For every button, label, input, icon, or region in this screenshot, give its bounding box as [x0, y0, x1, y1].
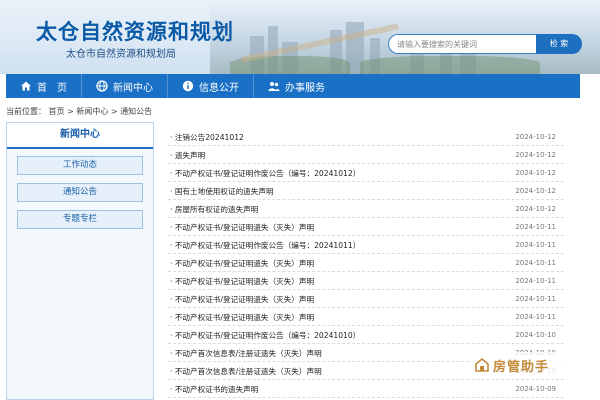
sidebar-item-topics[interactable]: 专题专栏 — [17, 210, 143, 229]
notice-title-link[interactable]: · 国有土地使用权证的遗失声明 — [170, 186, 274, 197]
notice-title-link[interactable]: · 不动产权证书/登记证明遗失（灭失）声明 — [170, 276, 314, 287]
sidebar: 新闻中心 工作动态 通知公告 专题专栏 — [6, 122, 154, 400]
notice-date: 2024-10-11 — [515, 223, 556, 231]
search-input[interactable] — [388, 34, 536, 54]
nav-item-info[interactable]: 信息公开 — [168, 74, 253, 98]
breadcrumb: 当前位置： 首页 > 新闻中心 > 通知公告 — [6, 107, 153, 116]
site-subtitle: 太仓市自然资源和规划局 — [66, 49, 176, 60]
list-item[interactable]: · 不动产权证书/登记证明作废公告（编号：20241010） 2024-10-10 — [168, 326, 564, 344]
sidebar-item-notices[interactable]: 通知公告 — [17, 183, 143, 202]
site-title: 太仓自然资源和规划 — [36, 20, 234, 44]
list-item[interactable]: · 遗失声明 2024-10-12 — [168, 146, 564, 164]
list-item[interactable]: · 不动产权证书/登记证明作废公告（编号：20241012） 2024-10-12 — [168, 164, 564, 182]
list-item[interactable]: · 不动产权证书/登记证明遗失（灭失）声明 2024-10-11 — [168, 254, 564, 272]
notice-title-link[interactable]: · 房屋所有权证的遗失声明 — [170, 204, 258, 215]
nav-item-label: 新闻中心 — [113, 82, 153, 94]
list-item[interactable]: · 不动产权证书/登记证明遗失（灭失）声明 2024-10-11 — [168, 290, 564, 308]
notice-date: 2024-10-11 — [515, 277, 556, 285]
nav-item-news[interactable]: 新闻中心 — [82, 74, 167, 98]
info-icon — [182, 80, 194, 92]
notice-title-link[interactable]: · 不动产首次信息表/注册证遗失（灭失）声明 — [170, 366, 322, 377]
notice-date: 2024-10-10 — [515, 331, 556, 339]
notice-title-link[interactable]: · 不动产权证书/登记证明遗失（灭失）声明 — [170, 222, 314, 233]
nav-item-service[interactable]: 办事服务 — [254, 74, 339, 98]
notice-date: 2024-10-09 — [515, 385, 556, 393]
notice-title-link[interactable]: · 不动产权证书/登记证明作废公告（编号：20241012） — [170, 168, 360, 179]
notice-title-link[interactable]: · 不动产权证书/登记证明作废公告（编号：20241011） — [170, 240, 360, 251]
house-icon — [474, 357, 490, 373]
main-nav: 首 页 新闻中心 信息公开 办事服务 — [6, 74, 580, 98]
list-item[interactable]: · 不动产权证书/登记证明遗失（灭失）声明 2024-10-11 — [168, 272, 564, 290]
notice-date: 2024-10-11 — [515, 295, 556, 303]
notice-date: 2024-10-11 — [515, 241, 556, 249]
list-item[interactable]: · 国有土地使用权证的遗失声明 2024-10-12 — [168, 182, 564, 200]
sidebar-title: 新闻中心 — [7, 123, 153, 149]
list-item[interactable]: · 注销公告20241012 2024-10-12 — [168, 128, 564, 146]
notice-date: 2024-10-12 — [515, 205, 556, 213]
notice-date: 2024-10-12 — [515, 169, 556, 177]
home-icon — [20, 80, 32, 92]
notice-date: 2024-10-12 — [515, 151, 556, 159]
nav-item-home[interactable]: 首 页 — [6, 74, 81, 98]
sidebar-item-work-news[interactable]: 工作动态 — [17, 156, 143, 175]
notice-date: 2024-10-12 — [515, 133, 556, 141]
nav-item-label: 办事服务 — [285, 82, 325, 94]
notice-title-link[interactable]: · 不动产权证书/登记证明遗失（灭失）声明 — [170, 258, 314, 269]
notice-title-link[interactable]: · 不动产权证书的遗失声明 — [170, 384, 258, 395]
search-button[interactable]: 检 索 — [536, 34, 582, 54]
list-item[interactable]: · 不动产权证书/登记证明遗失（灭失）声明 2024-10-11 — [168, 218, 564, 236]
watermark-text: 房管助手 — [493, 359, 550, 375]
globe-icon — [96, 80, 108, 92]
notice-title-link[interactable]: · 不动产权证书/登记证明作废公告（编号：20241010） — [170, 330, 360, 341]
notice-title-link[interactable]: · 遗失声明 — [170, 150, 205, 161]
people-icon — [268, 80, 280, 92]
notice-date: 2024-10-11 — [515, 313, 556, 321]
notice-title-link[interactable]: · 不动产首次信息表/注册证遗失（灭失）声明 — [170, 348, 322, 359]
notice-date: 2024-10-11 — [515, 259, 556, 267]
notice-title-link[interactable]: · 不动产权证书/登记证明遗失（灭失）声明 — [170, 294, 314, 305]
notice-date: 2024-10-12 — [515, 187, 556, 195]
watermark-badge: 房管助手 — [470, 352, 566, 378]
header-banner: 太仓自然资源和规划 太仓市自然资源和规划局 检 索 — [0, 0, 600, 74]
list-item[interactable]: · 房屋所有权证的遗失声明 2024-10-12 — [168, 200, 564, 218]
list-item[interactable]: · 不动产权证书的遗失声明 2024-10-09 — [168, 380, 564, 398]
notice-title-link[interactable]: · 不动产权证书/登记证明遗失（灭失）声明 — [170, 312, 314, 323]
nav-item-label: 信息公开 — [199, 82, 239, 94]
nav-item-label: 首 页 — [37, 82, 67, 94]
notice-title-link[interactable]: · 注销公告20241012 — [170, 132, 244, 143]
list-item[interactable]: · 不动产权证书/登记证明作废公告（编号：20241011） 2024-10-11 — [168, 236, 564, 254]
list-item[interactable]: · 不动产权证书/登记证明遗失（灭失）声明 2024-10-11 — [168, 308, 564, 326]
